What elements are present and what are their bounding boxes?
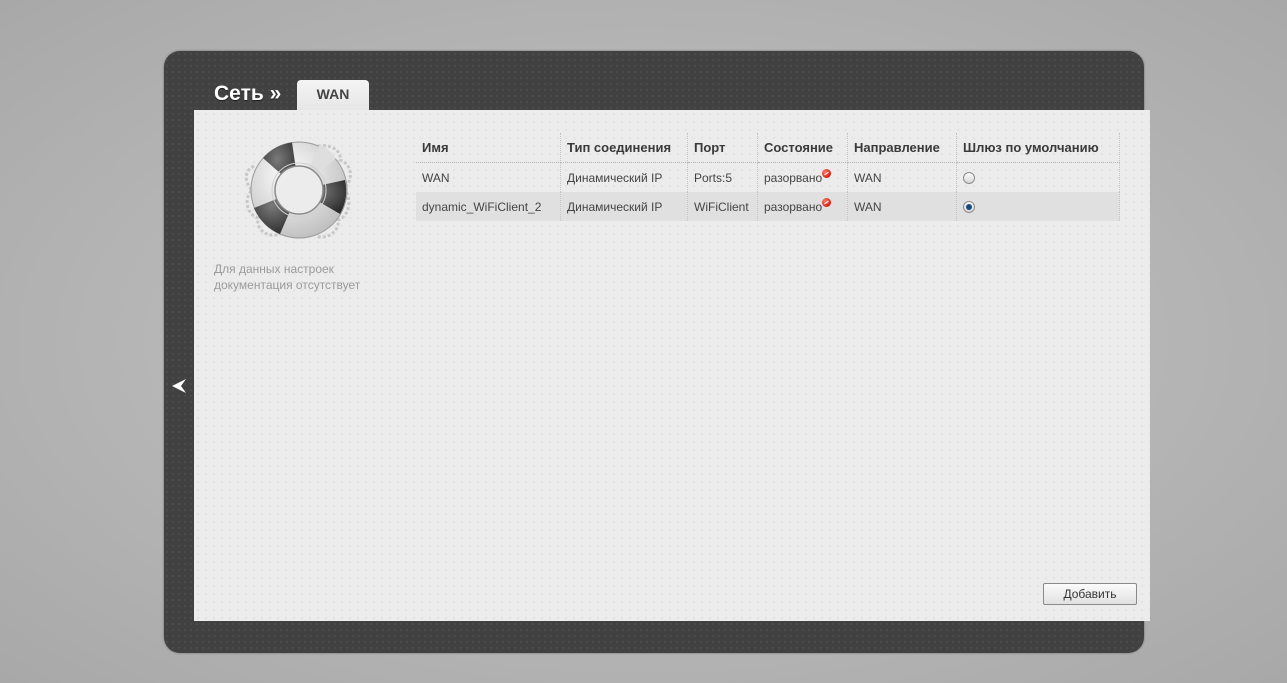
back-arrow-icon[interactable] — [170, 377, 188, 395]
column-header-direction: Направление — [847, 133, 957, 163]
tab-wan[interactable]: WAN — [297, 80, 369, 111]
cell-default-gateway — [956, 192, 1120, 221]
column-header-port: Порт — [687, 133, 758, 163]
content-panel: Для данных настроек документация отсутст… — [194, 110, 1150, 621]
cell-type: Динамический IP — [560, 192, 688, 221]
cell-direction: WAN — [847, 192, 957, 221]
cell-name[interactable]: WAN — [416, 162, 561, 192]
cell-default-gateway — [956, 162, 1120, 192]
cell-type: Динамический IP — [560, 162, 688, 192]
state-label: разорвано — [764, 170, 823, 185]
table-row[interactable]: dynamic_WiFiClient_2 Динамический IP WiF… — [416, 192, 1120, 221]
column-header-state: Состояние — [757, 133, 848, 163]
disconnected-status-icon — [822, 168, 832, 178]
cell-state: разорвано — [757, 162, 848, 192]
lifebuoy-icon — [244, 141, 352, 239]
wan-connections-table: Имя Тип соединения Порт Состояние Направ… — [416, 133, 1120, 221]
help-text: Для данных настроек документация отсутст… — [214, 262, 361, 292]
column-header-type: Тип соединения — [560, 133, 688, 163]
cell-name[interactable]: dynamic_WiFiClient_2 — [416, 192, 561, 221]
add-button[interactable]: Добавить — [1043, 583, 1137, 605]
breadcrumb[interactable]: Сеть » — [214, 82, 281, 106]
cell-state: разорвано — [757, 192, 848, 221]
column-header-default-gateway: Шлюз по умолчанию — [956, 133, 1120, 163]
cell-direction: WAN — [847, 162, 957, 192]
cell-port: WiFiClient — [687, 192, 758, 221]
state-label: разорвано — [764, 199, 823, 214]
default-gateway-radio[interactable] — [963, 172, 975, 185]
cell-port: Ports:5 — [687, 162, 758, 192]
table-header-row: Имя Тип соединения Порт Состояние Направ… — [416, 133, 1120, 163]
default-gateway-radio[interactable] — [963, 201, 975, 214]
column-header-name: Имя — [416, 133, 561, 163]
table-row[interactable]: WAN Динамический IP Ports:5 разорвано WA… — [416, 162, 1120, 192]
disconnected-status-icon — [822, 197, 832, 207]
